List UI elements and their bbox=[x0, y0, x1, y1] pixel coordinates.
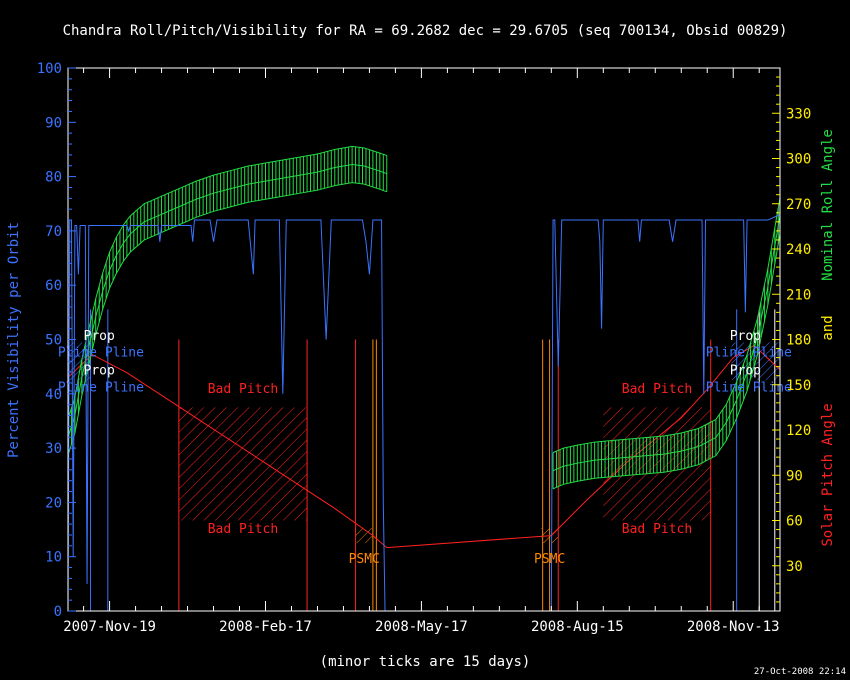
timestamp: 27-Oct-2008 22:14 bbox=[754, 667, 846, 677]
y-left-tick-label: 10 bbox=[45, 550, 62, 566]
y-left-tick-label: 50 bbox=[45, 333, 62, 349]
annotation-prop-8: Prop bbox=[730, 329, 761, 344]
y-right-tick-label: 240 bbox=[786, 242, 811, 258]
y-right-tick-label: 120 bbox=[786, 423, 811, 439]
y-right-tick-label: 90 bbox=[786, 468, 803, 484]
chart-title: Chandra Roll/Pitch/Visibility for RA = 6… bbox=[63, 23, 788, 39]
y-right-tick-label: 60 bbox=[786, 514, 803, 530]
annotation-bad-pitch-3: Bad Pitch bbox=[622, 522, 692, 537]
x-tick-label: 2008-Aug-15 bbox=[531, 619, 624, 635]
annotation-pline-pline-12: Pline Pline bbox=[706, 346, 792, 361]
annotation-prop-9: Prop bbox=[730, 364, 761, 379]
region-bad-pitch-0 bbox=[178, 407, 308, 521]
x-tick-label: 2008-Nov-13 bbox=[687, 619, 780, 635]
y-left-tick-label: 20 bbox=[45, 495, 62, 511]
annotation-prop-7: Prop bbox=[84, 364, 115, 379]
y-left-tick-label: 60 bbox=[45, 278, 62, 294]
x-tick-label: 2007-Nov-19 bbox=[63, 619, 156, 635]
annotation-bad-pitch-1: Bad Pitch bbox=[208, 522, 278, 537]
y-left-tick-label: 0 bbox=[54, 604, 62, 620]
y-right-tick-label: 150 bbox=[786, 378, 811, 394]
chart-svg: Chandra Roll/Pitch/Visibility for RA = 6… bbox=[6, 23, 846, 677]
annotation-psmc-4: PSMC bbox=[349, 552, 380, 567]
region-psmc-2 bbox=[355, 528, 373, 544]
annotation-bad-pitch-2: Bad Pitch bbox=[622, 382, 692, 397]
y-axis-right-label-pitch: Solar Pitch Angle bbox=[820, 403, 836, 546]
annotation-psmc-5: PSMC bbox=[534, 552, 565, 567]
y-right-tick-label: 300 bbox=[786, 152, 811, 168]
y-right-tick-label: 270 bbox=[786, 197, 811, 213]
y-left-tick-label: 100 bbox=[37, 61, 62, 77]
y-axis-right-label-and: and bbox=[820, 315, 836, 340]
x-tick-label: 2008-Feb-17 bbox=[219, 619, 312, 635]
x-axis-label: (minor ticks are 15 days) bbox=[320, 654, 531, 670]
y-right-tick-label: 180 bbox=[786, 333, 811, 349]
y-left-tick-label: 40 bbox=[45, 387, 62, 403]
y-right-tick-label: 330 bbox=[786, 106, 811, 122]
y-left-tick-label: 30 bbox=[45, 441, 62, 457]
annotation-pline-pline-10: Pline Pline bbox=[58, 346, 144, 361]
y-left-tick-label: 80 bbox=[45, 170, 62, 186]
annotation-prop-6: Prop bbox=[84, 329, 115, 344]
x-tick-label: 2008-May-17 bbox=[375, 619, 468, 635]
y-right-tick-label: 210 bbox=[786, 287, 811, 303]
annotation-pline-pline-13: Pline Pline bbox=[706, 380, 792, 395]
y-right-tick-label: 30 bbox=[786, 559, 803, 575]
y-axis-right-label-roll: Nominal Roll Angle bbox=[820, 129, 836, 281]
y-left-tick-label: 70 bbox=[45, 224, 62, 240]
y-axis-left-label: Percent Visibility per Orbit bbox=[6, 222, 22, 458]
annotation-bad-pitch-0: Bad Pitch bbox=[208, 382, 278, 397]
y-left-tick-label: 90 bbox=[45, 115, 62, 131]
